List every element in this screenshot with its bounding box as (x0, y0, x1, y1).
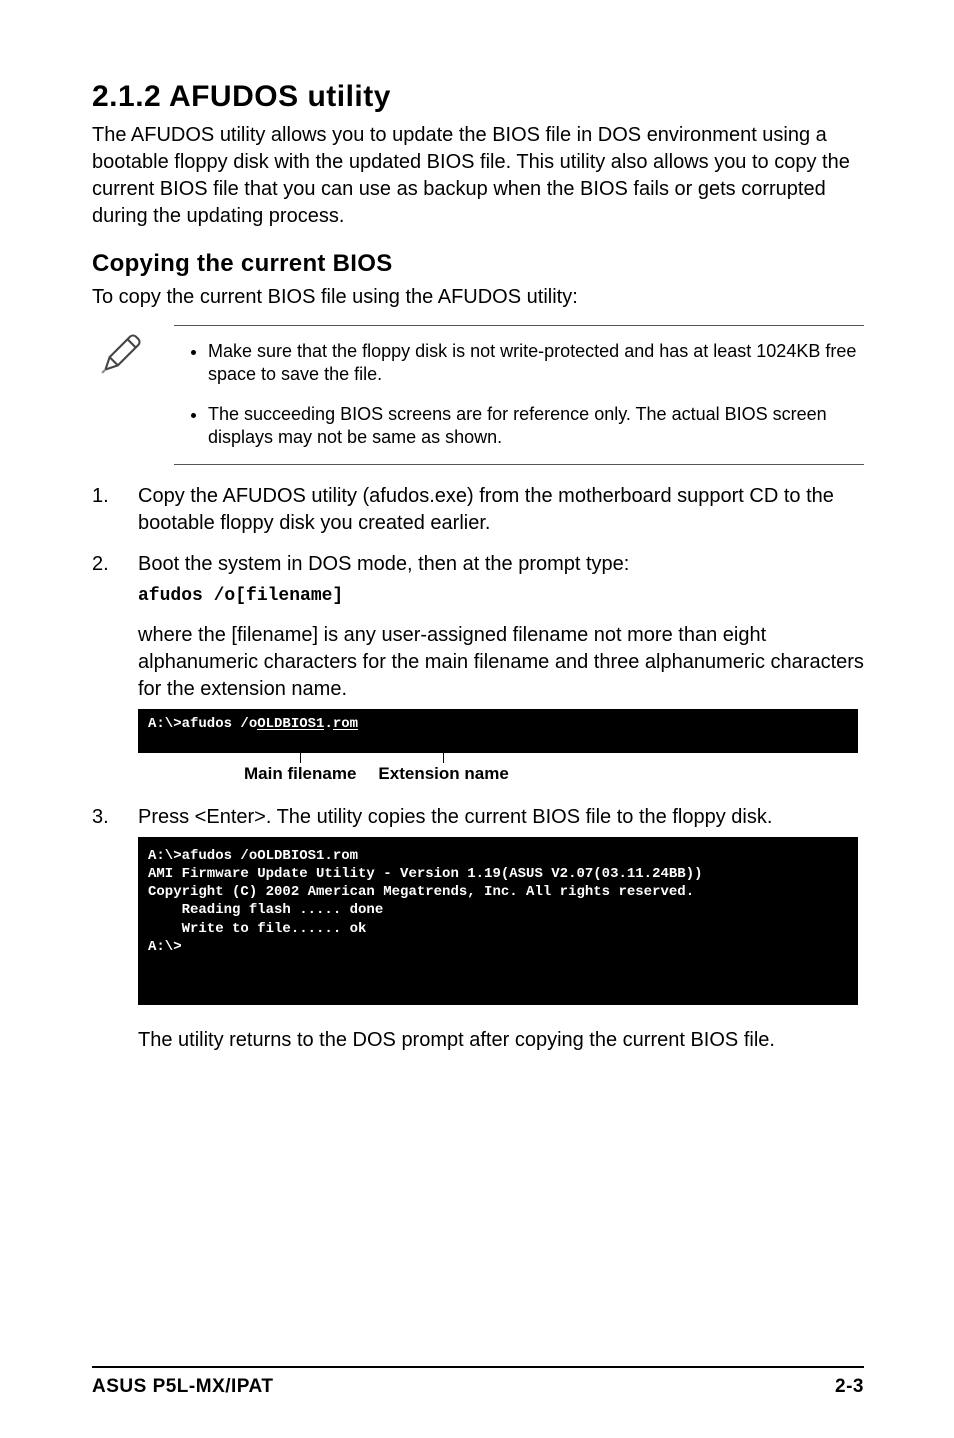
step-text: Press <Enter>. The utility copies the cu… (138, 804, 864, 831)
step-text: Boot the system in DOS mode, then at the… (138, 551, 864, 578)
step-body: Boot the system in DOS mode, then at the… (138, 551, 864, 796)
step-body: Copy the AFUDOS utility (afudos.exe) fro… (138, 483, 864, 543)
terminal-line: A:\>afudos /oOLDBIOS1.rom (148, 716, 358, 732)
spacer (364, 753, 370, 786)
main-content: 2.1.2 AFUDOS utility The AFUDOS utility … (92, 80, 864, 1366)
steps-list: 1. Copy the AFUDOS utility (afudos.exe) … (92, 483, 864, 1060)
annotation-main-filename: Main filename (244, 753, 356, 786)
step-item: 3. Press <Enter>. The utility copies the… (92, 804, 864, 1060)
terminal-output: A:\>afudos /oOLDBIOS1.rom (138, 709, 858, 753)
note-item: The succeeding BIOS screens are for refe… (208, 403, 860, 450)
note-pencil-icon (100, 331, 144, 380)
step-item: 2. Boot the system in DOS mode, then at … (92, 551, 864, 796)
note-list: Make sure that the floppy disk is not wr… (178, 340, 860, 450)
step-command: afudos /o[filename] (138, 584, 864, 608)
terminal-output: A:\>afudos /oOLDBIOS1.rom AMI Firmware U… (138, 837, 858, 1005)
section-heading: 2.1.2 AFUDOS utility (92, 80, 864, 114)
annotation-label: Main filename (244, 763, 356, 786)
step-text: Copy the AFUDOS utility (afudos.exe) fro… (138, 483, 864, 537)
step-number: 1. (92, 483, 114, 543)
terminal-annotation: Main filename Extension name (138, 753, 864, 786)
page-footer: ASUS P5L-MX/IPAT 2-3 (92, 1366, 864, 1398)
step-number: 2. (92, 551, 114, 796)
note-content: Make sure that the floppy disk is not wr… (174, 325, 864, 465)
footer-product: ASUS P5L-MX/IPAT (92, 1376, 273, 1398)
note-block: Make sure that the floppy disk is not wr… (92, 331, 864, 465)
step-text: The utility returns to the DOS prompt af… (138, 1027, 864, 1054)
annotation-extension-name: Extension name (378, 753, 508, 786)
subheading-lead: To copy the current BIOS file using the … (92, 284, 864, 311)
subheading: Copying the current BIOS (92, 250, 864, 278)
step-item: 1. Copy the AFUDOS utility (afudos.exe) … (92, 483, 864, 543)
note-item: Make sure that the floppy disk is not wr… (208, 340, 860, 387)
step-number: 3. (92, 804, 114, 1060)
step-body: Press <Enter>. The utility copies the cu… (138, 804, 864, 1060)
step-text: where the [filename] is any user-assigne… (138, 622, 864, 703)
annotation-label: Extension name (378, 763, 508, 786)
intro-paragraph: The AFUDOS utility allows you to update … (92, 122, 864, 230)
page: 2.1.2 AFUDOS utility The AFUDOS utility … (0, 0, 954, 1438)
footer-page-number: 2-3 (835, 1376, 864, 1398)
spacer (138, 753, 236, 786)
annotation-tick-icon (443, 753, 444, 763)
annotation-tick-icon (300, 753, 301, 763)
